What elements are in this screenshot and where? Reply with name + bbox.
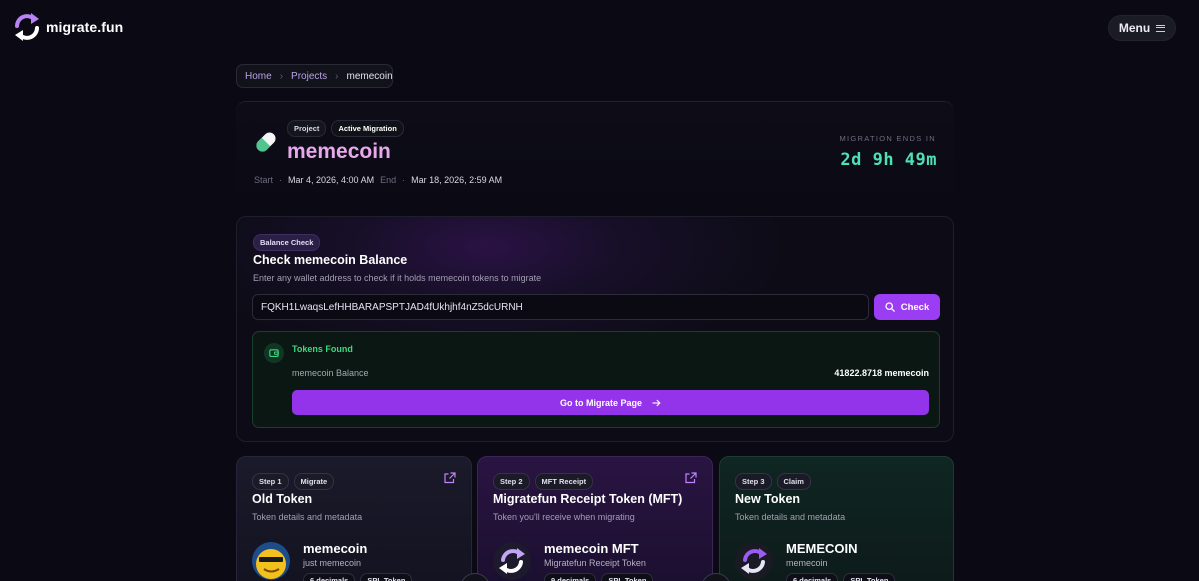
end-value: Mar 18, 2026, 2:59 AM xyxy=(411,175,503,185)
migrate-logo-icon xyxy=(15,13,39,41)
token-subtitle: just memecoin xyxy=(303,558,362,568)
token-name: MEMECOIN xyxy=(786,541,858,556)
project-tag: Project xyxy=(287,120,327,137)
mft-token-avatar xyxy=(493,542,531,580)
pill-icon xyxy=(256,132,276,152)
breadcrumb: Home › Projects › memecoin xyxy=(236,64,393,88)
step-number-tag: Step 2 xyxy=(493,473,530,490)
balance-value: 41822.8718 memecoin xyxy=(834,368,929,378)
step-card-new-token: Step 3 Claim New Token Token details and… xyxy=(719,456,954,581)
step-kind-tag: Claim xyxy=(776,473,811,490)
step-title: Migratefun Receipt Token (MFT) xyxy=(493,492,683,506)
migration-countdown: 2d 9h 49m xyxy=(840,150,937,170)
breadcrumb-projects[interactable]: Projects xyxy=(291,71,327,82)
check-button[interactable]: Check xyxy=(874,294,940,320)
chevron-right-icon: › xyxy=(279,70,284,82)
step-tags: Step 1 Migrate xyxy=(252,473,335,490)
token-subtitle: memecoin xyxy=(786,558,828,568)
step-subtitle: Token you'll receive when migrating xyxy=(493,512,635,522)
token-badges: 6 decimals SPL Token xyxy=(786,573,896,581)
search-icon xyxy=(885,302,895,312)
token-badges: 9 decimals SPL Token xyxy=(544,573,654,581)
token-subtitle: Migratefun Receipt Token xyxy=(544,558,646,568)
hamburger-icon xyxy=(1156,24,1166,32)
token-badges: 6 decimals SPL Token xyxy=(303,573,413,581)
decimals-badge: 6 decimals xyxy=(786,573,839,581)
balance-label: memecoin Balance xyxy=(292,368,369,378)
menu-button[interactable]: Menu xyxy=(1108,15,1176,41)
wallet-address-input[interactable] xyxy=(252,294,869,320)
tokens-found-panel: Tokens Found memecoin Balance 41822.8718… xyxy=(252,331,940,428)
project-title: memecoin xyxy=(287,140,391,163)
go-to-migrate-button[interactable]: Go to Migrate Page xyxy=(292,390,929,415)
step-title: New Token xyxy=(735,492,801,506)
brand-name: migrate.fun xyxy=(46,19,124,35)
token-type-badge: SPL Token xyxy=(601,573,654,581)
step-number-tag: Step 1 xyxy=(252,473,289,490)
migrate-button-label: Go to Migrate Page xyxy=(559,397,642,408)
arrow-right-icon xyxy=(652,399,661,406)
project-tags: Project Active Migration xyxy=(287,120,404,137)
project-header-card: Project Active Migration memecoin Start … xyxy=(236,101,954,205)
external-link-icon[interactable] xyxy=(685,472,697,484)
migration-ends-label: MIGRATION ENDS IN xyxy=(839,134,936,143)
step-card-old-token: Step 1 Migrate Old Token Token details a… xyxy=(236,456,472,581)
balance-check-title: Check memecoin Balance xyxy=(253,253,408,267)
balance-check-subtitle: Enter any wallet address to check if it … xyxy=(253,273,542,283)
wallet-icon xyxy=(264,343,284,363)
token-name: memecoin xyxy=(303,541,368,556)
external-link-icon[interactable] xyxy=(444,472,456,484)
check-label: Check xyxy=(900,301,930,313)
chevron-right-icon: › xyxy=(335,70,339,82)
token-type-badge: SPL Token xyxy=(360,573,413,581)
step-number-tag: Step 3 xyxy=(735,473,772,490)
balance-check-tag: Balance Check xyxy=(253,234,321,251)
token-type-badge: SPL Token xyxy=(843,573,896,581)
step-kind-tag: Migrate xyxy=(293,473,335,490)
step-kind-tag: MFT Receipt xyxy=(534,473,594,490)
start-value: Mar 4, 2026, 4:00 AM xyxy=(288,175,375,185)
old-token-avatar xyxy=(252,542,290,580)
active-migration-tag: Active Migration xyxy=(331,120,404,137)
start-label: Start xyxy=(254,175,274,185)
project-dates: Start · Mar 4, 2026, 4:00 AM End · Mar 1… xyxy=(254,175,502,185)
decimals-badge: 9 decimals xyxy=(544,573,597,581)
breadcrumb-current: memecoin xyxy=(346,70,393,82)
tokens-found-title: Tokens Found xyxy=(292,344,353,354)
end-label: End xyxy=(380,175,397,185)
balance-check-card: Balance Check Check memecoin Balance Ent… xyxy=(236,216,954,442)
step-card-receipt-token: Step 2 MFT Receipt Migratefun Receipt To… xyxy=(477,456,713,581)
step-subtitle: Token details and metadata xyxy=(735,512,846,522)
decimals-badge: 6 decimals xyxy=(303,573,356,581)
menu-label: Menu xyxy=(1118,21,1151,35)
step-title: Old Token xyxy=(252,492,313,506)
step-tags: Step 3 Claim xyxy=(735,473,811,490)
step-subtitle: Token details and metadata xyxy=(252,512,363,522)
token-name: memecoin MFT xyxy=(544,541,639,556)
dot-separator: · xyxy=(279,175,283,185)
step-tags: Step 2 MFT Receipt xyxy=(493,473,594,490)
new-token-avatar xyxy=(735,542,773,580)
breadcrumb-home[interactable]: Home xyxy=(245,71,272,82)
dot-separator: · xyxy=(402,175,406,185)
brand-logo[interactable]: migrate.fun xyxy=(14,13,123,41)
